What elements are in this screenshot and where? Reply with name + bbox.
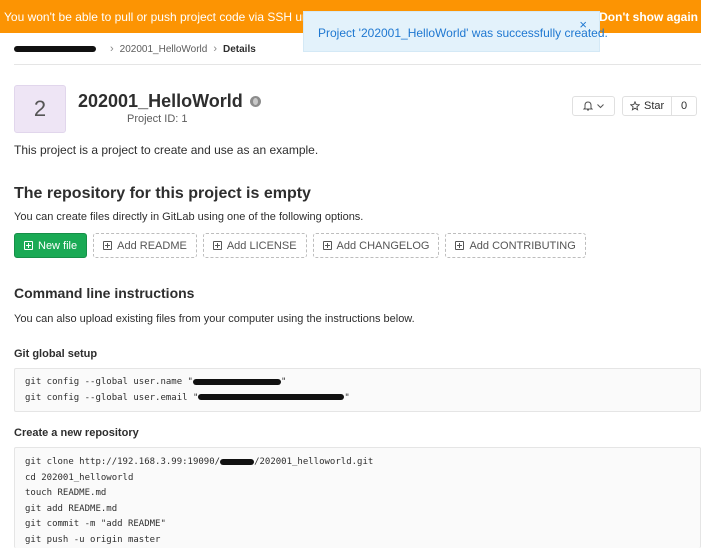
breadcrumb-current[interactable]: Details bbox=[223, 44, 256, 55]
project-avatar: 2 bbox=[14, 85, 66, 133]
code-text: git config --global user.name " bbox=[25, 377, 193, 387]
file-options: New file Add README Add LICENSE Add CHAN… bbox=[14, 233, 586, 258]
code-line: cd 202001_helloworld bbox=[25, 472, 134, 483]
code-line: git add README.md bbox=[25, 503, 118, 514]
cli-heading: Command line instructions bbox=[14, 285, 195, 301]
chevron-right-icon: › bbox=[110, 43, 114, 55]
button-label: Add CHANGELOG bbox=[336, 239, 430, 252]
bell-icon bbox=[583, 100, 593, 110]
empty-repo-heading: The repository for this project is empty bbox=[14, 185, 311, 202]
code-line: git commit -m "add README" bbox=[25, 519, 166, 529]
add-readme-button[interactable]: Add README bbox=[93, 233, 197, 258]
new-file-button[interactable]: New file bbox=[14, 233, 88, 258]
add-contributing-button[interactable]: Add CONTRIBUTING bbox=[445, 233, 586, 258]
button-label: New file bbox=[38, 239, 78, 252]
close-icon[interactable]: × bbox=[579, 18, 587, 31]
code-text: " bbox=[280, 377, 287, 387]
code-line: git config --global user.name " " bbox=[25, 375, 700, 391]
code-line: git config --global user.email " " bbox=[25, 391, 700, 407]
project-id: Project ID: 1 bbox=[127, 113, 188, 125]
new-repo-code[interactable]: git clone http://192.168.3.99:19090/ /202… bbox=[14, 447, 701, 548]
notification-dropdown-button[interactable] bbox=[572, 96, 615, 116]
code-text: git clone http://192.168.3.99:19090/ bbox=[25, 457, 221, 467]
code-text: git config --global user.email " bbox=[25, 392, 199, 403]
button-label: Add CONTRIBUTING bbox=[469, 239, 576, 252]
banner-message: You won't be able to pull or push projec… bbox=[4, 10, 334, 24]
redacted-email bbox=[198, 394, 345, 400]
globe-icon bbox=[249, 96, 261, 107]
redacted-namespace[interactable] bbox=[14, 46, 96, 52]
code-line: touch README.md bbox=[25, 488, 107, 498]
global-setup-code[interactable]: git config --global user.name " " git con… bbox=[14, 368, 701, 412]
plus-square-icon bbox=[103, 241, 113, 250]
flash-message: Project '202001_HelloWorld' was successf… bbox=[318, 26, 608, 40]
add-license-button[interactable]: Add LICENSE bbox=[202, 233, 307, 258]
add-changelog-button[interactable]: Add CHANGELOG bbox=[312, 233, 440, 258]
star-count[interactable]: 0 bbox=[672, 100, 696, 112]
project-description: This project is a project to create and … bbox=[14, 143, 319, 157]
chevron-right-icon: › bbox=[213, 43, 217, 55]
button-label: Add README bbox=[117, 239, 187, 252]
global-setup-heading: Git global setup bbox=[14, 348, 98, 360]
plus-square-icon bbox=[322, 241, 332, 250]
redacted-namespace bbox=[220, 458, 255, 465]
flash-notice: Project '202001_HelloWorld' was successf… bbox=[303, 11, 608, 52]
new-repo-heading: Create a new repository bbox=[14, 427, 139, 439]
empty-repo-subtext: You can create files directly in GitLab … bbox=[14, 211, 364, 223]
star-toggle[interactable]: Star bbox=[623, 97, 673, 115]
breadcrumb: › 202001_HelloWorld › Details bbox=[14, 43, 256, 55]
plus-square-icon bbox=[24, 241, 33, 250]
code-line: git clone http://192.168.3.99:19090/ /202… bbox=[25, 455, 700, 471]
plus-square-icon bbox=[212, 241, 222, 250]
code-line: git push -u origin master bbox=[25, 534, 161, 545]
plus-square-icon bbox=[455, 241, 465, 250]
button-label: Add LICENSE bbox=[226, 239, 297, 252]
cli-subtext: You can also upload existing files from … bbox=[14, 313, 415, 325]
star-button[interactable]: Star 0 bbox=[622, 96, 697, 116]
redacted-username bbox=[192, 378, 281, 385]
dont-show-again-link[interactable]: Don't show again bbox=[599, 10, 698, 24]
project-name: 202001_HelloWorld bbox=[78, 91, 243, 111]
breadcrumb-project-link[interactable]: 202001_HelloWorld bbox=[120, 44, 208, 55]
chevron-down-icon bbox=[597, 103, 604, 108]
code-text: /202001_helloworld.git bbox=[254, 457, 374, 467]
project-title: 202001_HelloWorld bbox=[78, 91, 261, 112]
star-icon bbox=[630, 101, 640, 111]
code-text: " bbox=[344, 392, 350, 403]
divider bbox=[14, 64, 701, 65]
star-label: Star bbox=[644, 100, 665, 112]
